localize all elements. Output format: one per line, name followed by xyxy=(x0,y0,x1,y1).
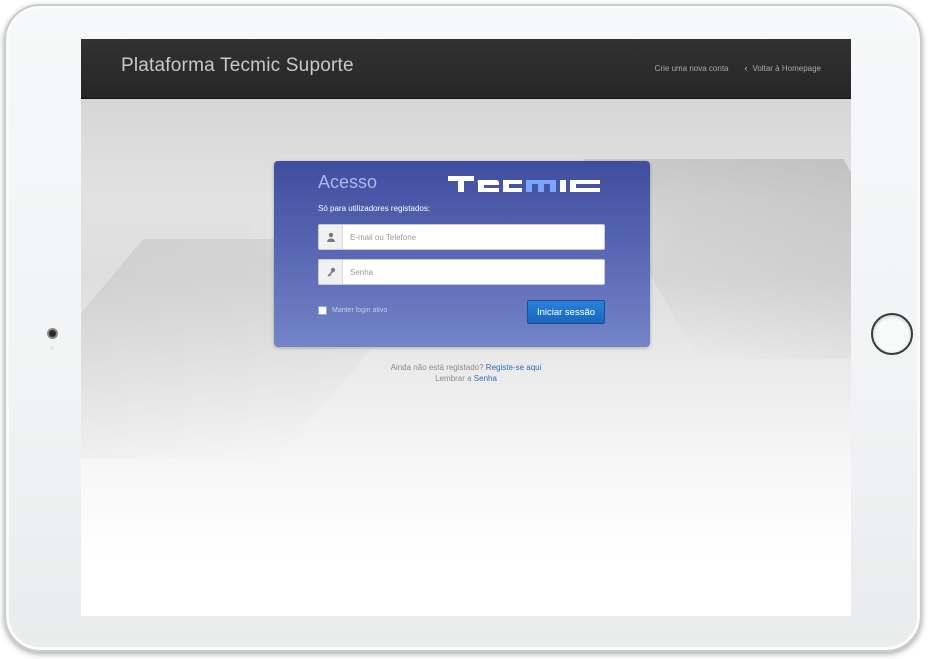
register-link[interactable]: Registe-se aqui xyxy=(486,363,542,372)
login-card: Acesso Só para utilizadores registados: xyxy=(274,161,650,347)
camera-icon xyxy=(47,328,58,339)
password-reminder: Lembrar a Senha xyxy=(81,374,851,383)
not-registered-text: Ainda não está registado? xyxy=(390,363,484,372)
login-subtitle: Só para utilizadores registados: xyxy=(318,204,431,213)
login-title: Acesso xyxy=(318,172,378,192)
back-home-link[interactable]: ‹ Voltar à Homepage xyxy=(745,63,822,73)
create-account-link[interactable]: Crie uma nova conta xyxy=(655,63,729,73)
key-icon xyxy=(319,260,343,284)
screen: Plataforma Tecmic Suporte Crie uma nova … xyxy=(81,39,851,616)
remember-checkbox[interactable] xyxy=(318,306,327,315)
password-input[interactable] xyxy=(343,261,604,283)
user-icon xyxy=(319,225,343,249)
remember-label: Manter login ativo xyxy=(332,307,388,314)
remember-me[interactable]: Manter login ativo xyxy=(318,306,387,315)
tecmic-logo xyxy=(448,176,600,192)
brand-title: Plataforma Tecmic Suporte xyxy=(121,55,354,76)
email-field xyxy=(318,224,605,250)
chevron-left-icon: ‹ xyxy=(744,63,748,73)
sensor-dot xyxy=(50,346,54,350)
top-navbar: Plataforma Tecmic Suporte Crie uma nova … xyxy=(81,39,851,99)
login-button[interactable]: Iniciar sessão xyxy=(527,300,605,324)
home-button[interactable] xyxy=(871,313,913,355)
register-prompt: Ainda não está registado? Registe-se aqu… xyxy=(81,363,851,372)
email-input[interactable] xyxy=(343,226,604,248)
back-home-label: Voltar à Homepage xyxy=(752,63,822,73)
password-link[interactable]: Senha xyxy=(474,374,497,383)
password-field xyxy=(318,259,605,285)
remember-password-text: Lembrar a xyxy=(435,374,472,383)
top-links: Crie uma nova conta ‹ Voltar à Homepage xyxy=(655,63,821,73)
create-account-label: Crie uma nova conta xyxy=(654,63,729,73)
